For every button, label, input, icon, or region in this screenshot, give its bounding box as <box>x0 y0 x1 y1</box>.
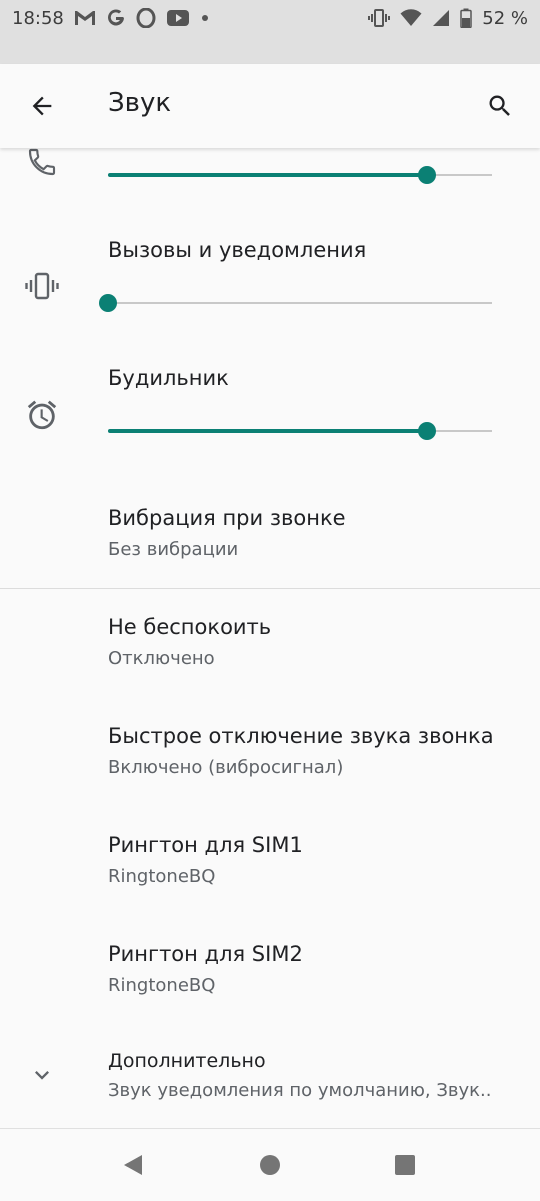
gmail-icon <box>74 9 96 27</box>
phone-icon <box>22 148 62 182</box>
advanced-title: Дополнительно <box>108 1050 266 1072</box>
nav-home-icon <box>260 1155 280 1175</box>
wifi-icon <box>400 9 422 27</box>
quick-mute-value: Включено (вибросигнал) <box>108 757 344 778</box>
slider-thumb[interactable] <box>99 294 117 312</box>
battery-percent: 52 % <box>482 7 528 29</box>
nav-back-button[interactable] <box>113 1145 153 1185</box>
call-volume-slider[interactable] <box>108 163 492 187</box>
ringtone-sim1-title: Рингтон для SIM1 <box>108 833 303 857</box>
page-title: Звук <box>108 88 172 118</box>
slider-fill <box>108 429 427 433</box>
section-divider <box>0 588 540 589</box>
alarm-icon <box>22 395 62 435</box>
app-bar: Звук <box>0 64 540 148</box>
ringtone-sim2-title: Рингтон для SIM2 <box>108 942 303 966</box>
settings-list[interactable]: Вызовы и уведомления Будильник Вибрация … <box>0 148 540 1128</box>
signal-icon <box>432 9 450 27</box>
alarm-volume-slider[interactable] <box>108 419 492 443</box>
alarm-volume-label: Будильник <box>108 366 229 390</box>
back-button[interactable] <box>22 86 62 126</box>
status-bar-right: 52 % <box>368 8 528 29</box>
nav-back-icon <box>124 1155 142 1175</box>
slider-thumb[interactable] <box>418 422 436 440</box>
vibrate-mode-icon <box>22 266 62 306</box>
quick-mute-title: Быстрое отключение звука звонка <box>108 724 494 748</box>
more-dot-icon <box>200 13 210 23</box>
status-bar: 18:58 52 % <box>0 0 540 64</box>
vibrate-on-ring-title: Вибрация при звонке <box>108 506 346 530</box>
dnd-value: Отключено <box>108 648 215 669</box>
vibrate-on-ring-value: Без вибрации <box>108 539 239 560</box>
nav-recents-button[interactable] <box>385 1145 425 1185</box>
youtube-icon <box>166 9 190 27</box>
search-button[interactable] <box>480 86 520 126</box>
nav-recents-icon <box>395 1155 415 1175</box>
slider-fill <box>108 173 427 177</box>
slider-track <box>108 302 492 304</box>
status-bar-left: 18:58 <box>12 8 210 29</box>
status-time: 18:58 <box>12 7 64 29</box>
google-icon <box>106 8 126 28</box>
vibrate-icon <box>368 8 391 28</box>
ringtone-sim1-value: RingtoneBQ <box>108 866 216 887</box>
ring-volume-label: Вызовы и уведомления <box>108 238 367 262</box>
ring-volume-slider[interactable] <box>99 291 492 315</box>
chevron-down-icon <box>22 1055 62 1095</box>
dnd-title: Не беспокоить <box>108 615 272 639</box>
slider-thumb[interactable] <box>418 166 436 184</box>
search-icon <box>489 95 510 116</box>
battery-icon <box>460 8 473 28</box>
opera-icon <box>136 8 156 28</box>
ringtone-sim2-value: RingtoneBQ <box>108 975 216 996</box>
advanced-value: Звук уведомления по умолчанию, Звук.. <box>108 1080 492 1101</box>
arrow-back-icon <box>32 96 52 116</box>
navigation-bar <box>0 1128 540 1201</box>
nav-home-button[interactable] <box>250 1145 290 1185</box>
